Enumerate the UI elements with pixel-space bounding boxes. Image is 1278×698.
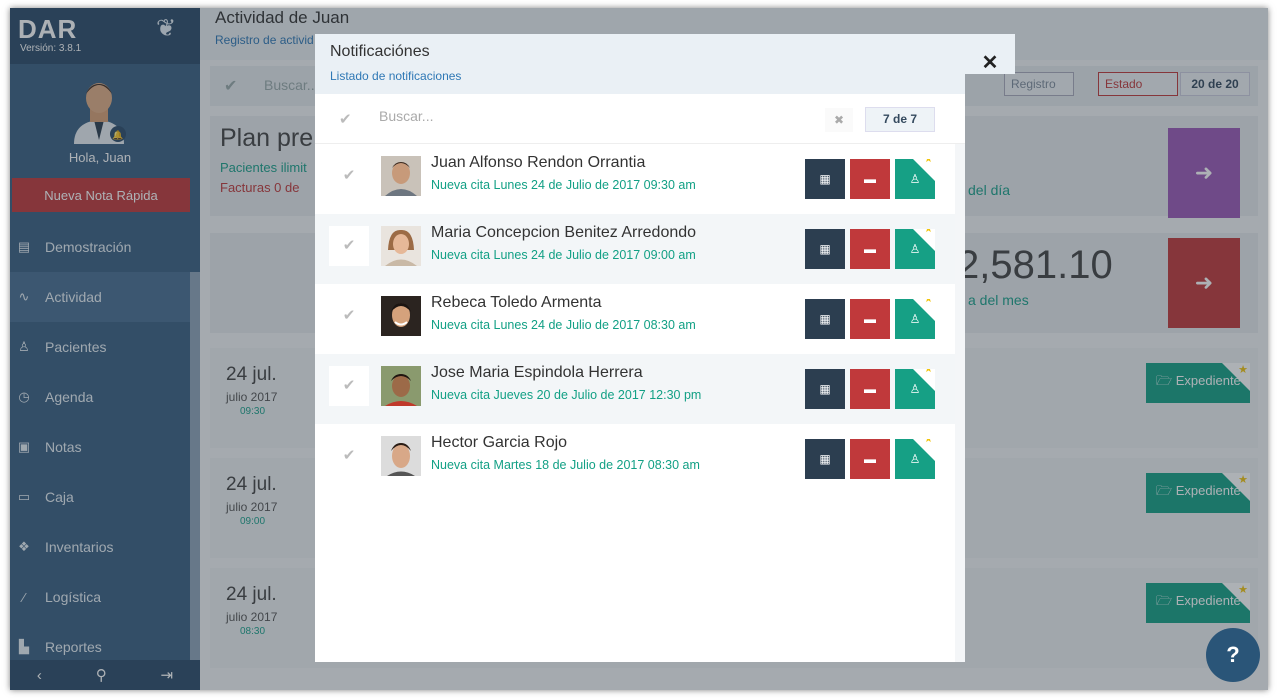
- modal-title: Notificaciónes: [330, 43, 430, 60]
- check-icon[interactable]: ✔: [329, 226, 369, 266]
- notification-row: ✔ Juan Alfonso Rendon Orrantia Nueva cit…: [315, 144, 955, 214]
- patient-name: Hector Garcia Rojo: [431, 434, 568, 451]
- calendar-button[interactable]: ▦: [805, 159, 845, 199]
- calendar-icon: ▦: [819, 172, 831, 186]
- notification-row: ✔ Maria Concepcion Benitez Arredondo Nue…: [315, 214, 955, 284]
- patient-name: Rebeca Toledo Armenta: [431, 294, 602, 311]
- notification-count: 7 de 7: [865, 107, 935, 132]
- patient-avatar: [381, 156, 421, 196]
- calendar-icon: ▦: [819, 382, 831, 396]
- calendar-button[interactable]: ▦: [805, 299, 845, 339]
- check-icon[interactable]: ✔: [329, 296, 369, 336]
- archive-icon: ▬: [864, 452, 876, 466]
- archive-button[interactable]: ▬: [850, 369, 890, 409]
- calendar-button[interactable]: ▦: [805, 439, 845, 479]
- close-icon[interactable]: ✕: [965, 34, 1015, 74]
- patient-record-button[interactable]: ♙ ★: [895, 299, 935, 339]
- patient-name: Jose Maria Espindola Herrera: [431, 364, 643, 381]
- patient-record-button[interactable]: ♙ ★: [895, 159, 935, 199]
- star-icon: ★: [924, 369, 933, 375]
- archive-icon: ▬: [864, 172, 876, 186]
- calendar-icon: ▦: [819, 312, 831, 326]
- notification-search-input[interactable]: Buscar...: [379, 108, 433, 124]
- patient-record-button[interactable]: ♙ ★: [895, 229, 935, 269]
- check-icon[interactable]: ✔: [329, 366, 369, 406]
- check-all-icon[interactable]: ✔: [339, 110, 352, 128]
- star-icon: ★: [924, 299, 933, 305]
- calendar-icon: ▦: [819, 452, 831, 466]
- calendar-button[interactable]: ▦: [805, 369, 845, 409]
- notification-description: Nueva cita Lunes 24 de Julio de 2017 08:…: [431, 318, 696, 332]
- patient-avatar: [381, 436, 421, 476]
- patient-record-button[interactable]: ♙ ★: [895, 369, 935, 409]
- notification-description: Nueva cita Martes 18 de Julio de 2017 08…: [431, 458, 700, 472]
- check-icon[interactable]: ✔: [329, 436, 369, 476]
- archive-icon: ▬: [864, 242, 876, 256]
- notification-description: Nueva cita Jueves 20 de Julio de 2017 12…: [431, 388, 702, 402]
- archive-button[interactable]: ▬: [850, 159, 890, 199]
- check-icon[interactable]: ✔: [329, 156, 369, 196]
- notification-description: Nueva cita Lunes 24 de Julio de 2017 09:…: [431, 248, 696, 262]
- app-frame: DAR Versión: 3.8.1 ❦ 🔔 Hola, Juan Nueva …: [10, 8, 1268, 690]
- modal-subtitle: Listado de notificaciones: [330, 69, 462, 83]
- patient-avatar: [381, 226, 421, 266]
- calendar-icon: ▦: [819, 242, 831, 256]
- patient-record-button[interactable]: ♙ ★: [895, 439, 935, 479]
- star-icon: ★: [924, 439, 933, 445]
- archive-button[interactable]: ▬: [850, 229, 890, 269]
- star-icon: ★: [924, 229, 933, 235]
- notification-search-bar: ✔ Buscar... ✖ 7 de 7: [315, 94, 965, 144]
- patient-name: Juan Alfonso Rendon Orrantia: [431, 154, 646, 171]
- patient-name: Maria Concepcion Benitez Arredondo: [431, 224, 697, 241]
- calendar-button[interactable]: ▦: [805, 229, 845, 269]
- help-button[interactable]: ?: [1206, 628, 1260, 682]
- notification-description: Nueva cita Lunes 24 de Julio de 2017 09:…: [431, 178, 696, 192]
- modal-scrollbar[interactable]: [955, 144, 965, 662]
- patient-avatar: [381, 366, 421, 406]
- archive-icon: ▬: [864, 312, 876, 326]
- patient-avatar: [381, 296, 421, 336]
- archive-icon: ▬: [864, 382, 876, 396]
- modal-header: Notificaciónes Listado de notificaciones: [315, 34, 965, 94]
- clear-search-icon[interactable]: ✖: [825, 108, 853, 132]
- star-icon: ★: [924, 159, 933, 165]
- archive-button[interactable]: ▬: [850, 439, 890, 479]
- notification-row: ✔ Jose Maria Espindola Herrera Nueva cit…: [315, 354, 955, 424]
- archive-button[interactable]: ▬: [850, 299, 890, 339]
- notification-row: ✔ Hector Garcia Rojo Nueva cita Martes 1…: [315, 424, 955, 494]
- notifications-modal: Notificaciónes Listado de notificaciones…: [315, 34, 965, 662]
- notification-row: ✔ Rebeca Toledo Armenta Nueva cita Lunes…: [315, 284, 955, 354]
